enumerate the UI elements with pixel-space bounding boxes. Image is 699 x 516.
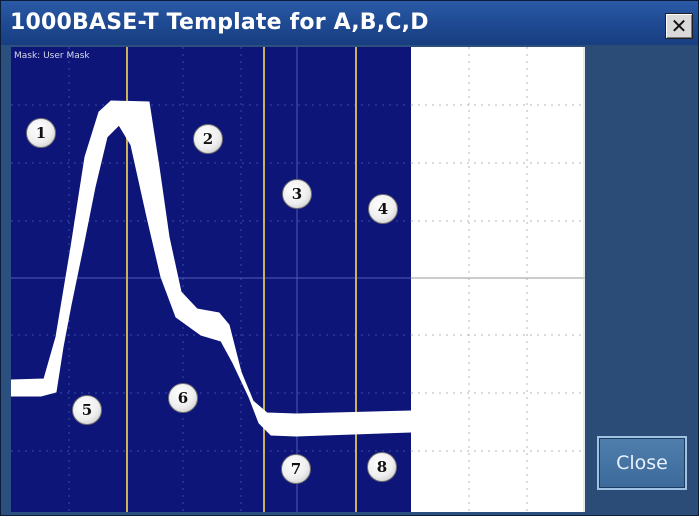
region-marker-8: 8 — [367, 452, 397, 482]
close-window-icon[interactable]: ✕ — [665, 13, 693, 39]
waveform-display: Mask: User Mask 1 2 3 4 5 6 7 8 — [11, 47, 585, 512]
region-marker-6: 6 — [168, 383, 198, 413]
title-bar: 1000BASE-T Template for A,B,C,D ✕ — [1, 1, 698, 45]
close-button[interactable]: Close — [597, 436, 687, 490]
region-marker-5: 5 — [72, 395, 102, 425]
grid-white — [411, 47, 585, 512]
template-dialog: 1000BASE-T Template for A,B,C,D ✕ Mask: … — [0, 0, 699, 516]
dialog-title: 1000BASE-T Template for A,B,C,D — [10, 10, 429, 35]
region-marker-3: 3 — [282, 179, 312, 209]
region-marker-1: 1 — [26, 118, 56, 148]
mask-graph — [11, 47, 585, 512]
region-marker-2: 2 — [193, 124, 223, 154]
mask-label: Mask: User Mask — [14, 51, 90, 61]
region-marker-4: 4 — [368, 194, 398, 224]
region-marker-7: 7 — [281, 454, 311, 484]
